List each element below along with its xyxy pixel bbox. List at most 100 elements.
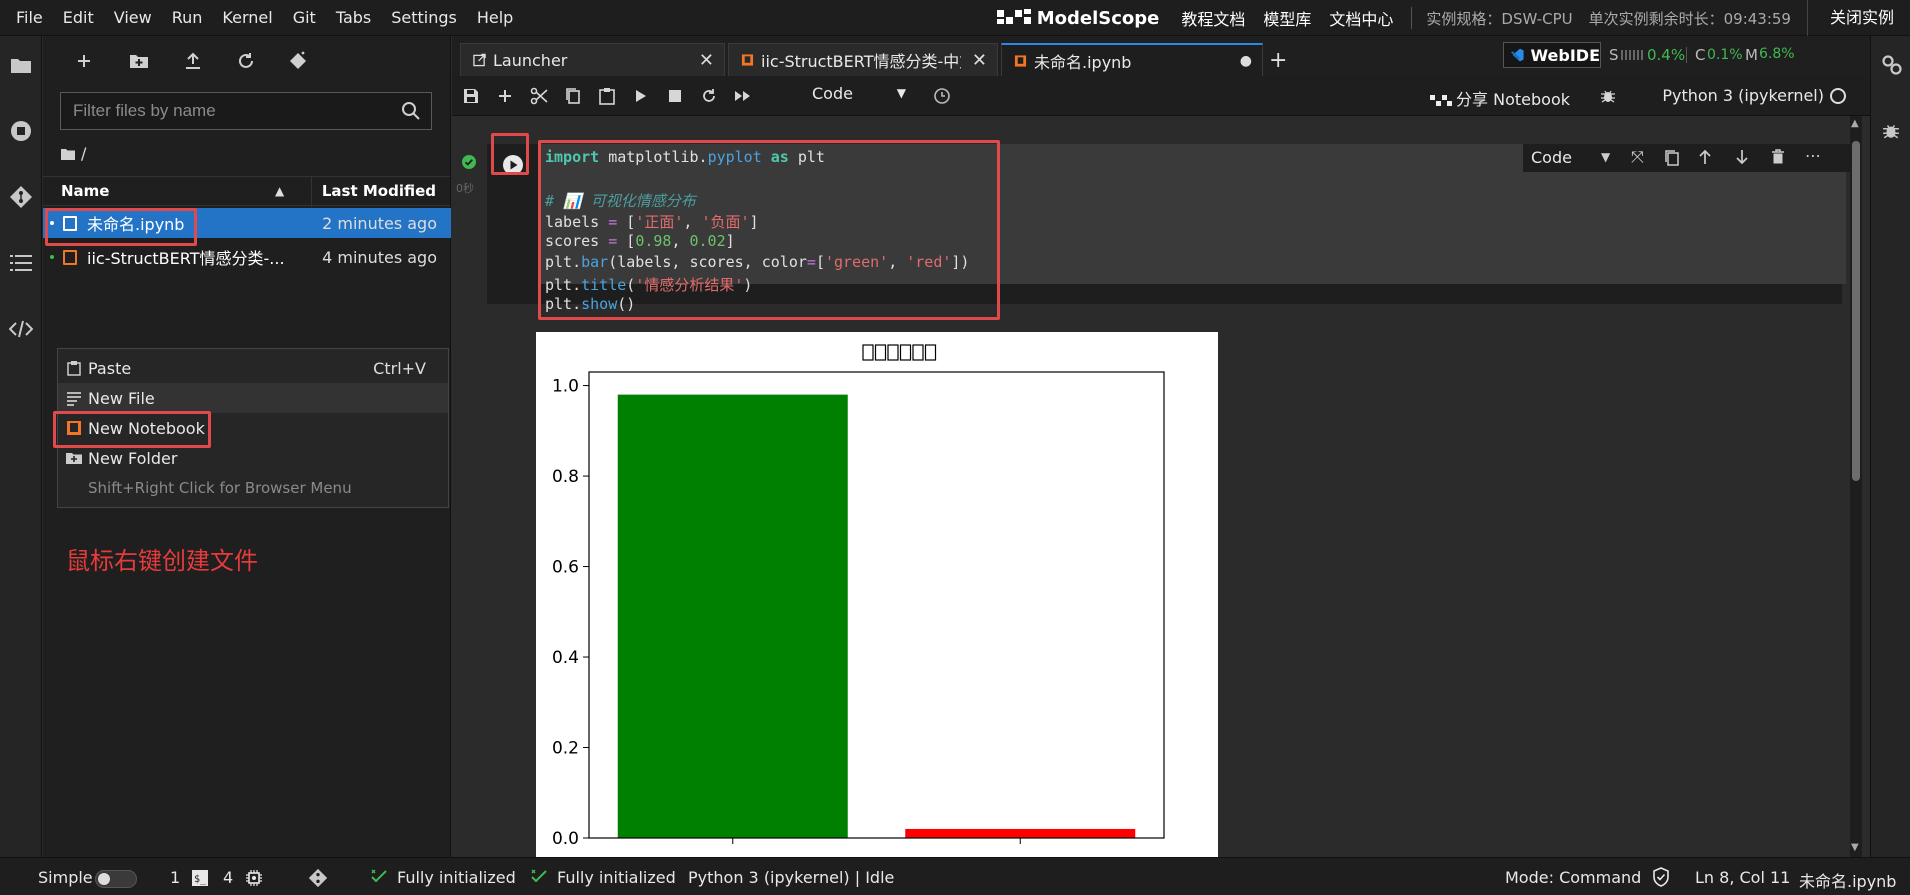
- share-notebook-button[interactable]: 分享 Notebook: [1430, 86, 1570, 110]
- search-icon[interactable]: [401, 101, 421, 121]
- scrollbar-thumb[interactable]: [1852, 141, 1860, 481]
- run-icon[interactable]: [631, 86, 651, 106]
- column-last-modified[interactable]: Last Modified: [322, 182, 436, 200]
- cursor-position[interactable]: Ln 8, Col 11: [1695, 868, 1790, 887]
- file-row[interactable]: iic-StructBERT情感分类-... 4 minutes ago: [43, 242, 451, 272]
- menu-edit[interactable]: Edit: [53, 0, 104, 36]
- cell-type-select[interactable]: Code ▼: [812, 84, 912, 108]
- vertical-scrollbar[interactable]: ▲ ▼: [1850, 116, 1862, 857]
- file-modified: 4 minutes ago: [322, 247, 437, 267]
- menu-settings[interactable]: Settings: [381, 0, 467, 36]
- tab-structbert-notebook[interactable]: iic-StructBERT情感分类-中文- ✕: [728, 43, 998, 76]
- menu-item-paste[interactable]: Paste Ctrl+V: [58, 353, 448, 383]
- close-icon[interactable]: ✕: [699, 50, 714, 71]
- tab-bar: Launcher ✕ iic-StructBERT情感分类-中文- ✕ 未命名.…: [452, 36, 1870, 76]
- running-stop-icon[interactable]: [8, 118, 34, 144]
- simple-mode-label: Simple: [38, 868, 93, 887]
- kernel-chip-icon[interactable]: [245, 869, 263, 887]
- notebook-icon: [1014, 54, 1027, 67]
- unsaved-dot-icon[interactable]: ●: [1240, 53, 1252, 69]
- copy-icon[interactable]: [563, 86, 583, 106]
- table-of-contents-icon[interactable]: [8, 250, 34, 276]
- breadcrumb-root[interactable]: /: [81, 144, 86, 163]
- menu-item-label: New File: [88, 388, 155, 408]
- link-tutorials[interactable]: 教程文档: [1181, 6, 1245, 30]
- status-bar: Simple 1 $_ 4 Fully initialized Fully in…: [0, 857, 1910, 895]
- simple-mode-toggle[interactable]: [95, 870, 137, 888]
- lsp-status-icon[interactable]: [530, 868, 548, 886]
- file-browser-toolbar: [43, 36, 450, 86]
- kernel-count[interactable]: 4: [223, 868, 233, 887]
- menu-git[interactable]: Git: [283, 0, 326, 36]
- menu-view[interactable]: View: [104, 0, 162, 36]
- code-snippet-icon[interactable]: [8, 316, 34, 342]
- kernel-status[interactable]: Python 3 (ipykernel) | Idle: [688, 868, 894, 887]
- add-tab-icon[interactable]: +: [1269, 48, 1287, 73]
- cell-type-select[interactable]: Code: [1531, 148, 1572, 167]
- paste-icon: [67, 361, 81, 376]
- terminal-count[interactable]: 1: [170, 868, 180, 887]
- save-icon[interactable]: [461, 86, 481, 106]
- lsp-status-icon[interactable]: [370, 868, 388, 886]
- trusted-shield-icon[interactable]: [1652, 867, 1670, 887]
- chart-title-glyph: [912, 344, 924, 361]
- upload-icon[interactable]: [180, 48, 206, 74]
- move-down-icon[interactable]: [1735, 149, 1749, 165]
- stop-icon[interactable]: [665, 86, 685, 106]
- refresh-icon[interactable]: [233, 48, 259, 74]
- menu-help[interactable]: Help: [467, 0, 523, 36]
- insert-cell-icon[interactable]: [495, 86, 515, 106]
- terminal-icon[interactable]: $_: [192, 870, 208, 886]
- y-tick-label: 0.8: [552, 467, 579, 487]
- y-tick-label: 0.2: [552, 739, 579, 759]
- paste-icon[interactable]: [597, 86, 617, 106]
- link-model-library[interactable]: 模型库: [1263, 6, 1311, 30]
- delete-icon[interactable]: [1771, 149, 1785, 165]
- lsp-status-2[interactable]: Fully initialized: [557, 868, 676, 887]
- git-icon[interactable]: [8, 184, 34, 210]
- notebook-icon: [63, 250, 77, 265]
- restart-icon[interactable]: [699, 86, 719, 106]
- cut-icon[interactable]: [529, 86, 549, 106]
- scroll-up-icon[interactable]: ▲: [1851, 118, 1859, 129]
- running-dot-icon: [50, 255, 54, 259]
- menu-item-new-file[interactable]: New File: [58, 383, 448, 413]
- git-icon[interactable]: [308, 868, 328, 888]
- modelscope-logo[interactable]: ModelScope: [996, 8, 1159, 29]
- chevron-down-icon[interactable]: ▼: [1601, 150, 1610, 164]
- kernel-name[interactable]: Python 3 (ipykernel): [1662, 86, 1824, 105]
- current-filename: 未命名.ipynb: [1799, 872, 1897, 891]
- new-folder-icon[interactable]: [126, 48, 152, 74]
- debugger-icon[interactable]: [1882, 122, 1900, 140]
- close-icon[interactable]: ✕: [972, 50, 987, 71]
- menu-file[interactable]: File: [6, 0, 53, 36]
- column-divider[interactable]: [311, 177, 312, 207]
- duplicate-icon[interactable]: [1665, 150, 1679, 166]
- menu-tabs[interactable]: Tabs: [326, 0, 381, 36]
- git-clone-icon[interactable]: [285, 48, 311, 74]
- close-instance-button[interactable]: 关闭实例: [1806, 0, 1910, 36]
- property-inspector-icon[interactable]: [1881, 54, 1903, 76]
- tab-label: 未命名.ipynb: [1034, 52, 1132, 72]
- tab-untitled-notebook[interactable]: 未命名.ipynb ●: [1001, 43, 1263, 76]
- fast-forward-icon[interactable]: [733, 86, 753, 106]
- collapse-icon[interactable]: ⤧: [1631, 147, 1644, 167]
- scroll-down-icon[interactable]: ▼: [1851, 842, 1859, 853]
- move-up-icon[interactable]: [1698, 149, 1712, 165]
- webide-button[interactable]: WebIDE: [1503, 42, 1601, 68]
- tab-launcher[interactable]: Launcher ✕: [460, 43, 725, 76]
- clock-icon[interactable]: [932, 86, 952, 106]
- folder-icon[interactable]: [61, 148, 75, 160]
- new-launcher-icon[interactable]: [71, 48, 97, 74]
- more-icon[interactable]: ⋯: [1805, 146, 1821, 165]
- debugger-icon[interactable]: [1598, 86, 1618, 106]
- folder-icon[interactable]: [8, 52, 34, 78]
- annotation-text: 鼠标右键创建文件: [66, 547, 258, 575]
- file-filter-input[interactable]: [61, 93, 381, 129]
- menu-run[interactable]: Run: [162, 0, 213, 36]
- link-doc-center[interactable]: 文档中心: [1329, 6, 1393, 30]
- lsp-status-1[interactable]: Fully initialized: [397, 868, 516, 887]
- sort-up-icon[interactable]: ▲: [275, 184, 284, 198]
- menu-kernel[interactable]: Kernel: [212, 0, 282, 36]
- column-name[interactable]: Name: [61, 182, 109, 200]
